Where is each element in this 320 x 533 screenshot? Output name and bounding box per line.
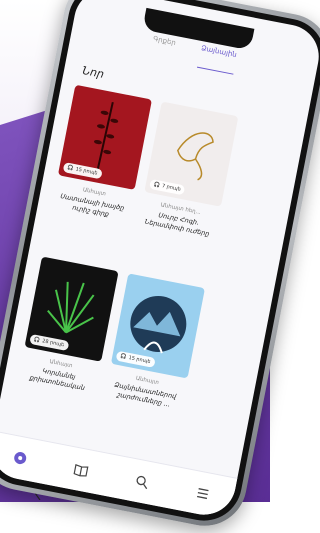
book-cover: 🎧 7 րոպե: [144, 101, 239, 207]
home-icon[interactable]: [12, 450, 28, 466]
section-title: Նոր: [81, 63, 106, 81]
tab-audio[interactable]: Ձայնային: [197, 44, 238, 75]
cover-art: [47, 281, 95, 334]
cover-art: [130, 295, 187, 354]
audiobook-card[interactable]: 🎧 28 րոպե Անհայտ Կորմանեյ քրիստոնեական: [18, 256, 119, 395]
audiobook-card[interactable]: 🎧 7 րոպե Անհայտ հեղ... Սուրբ Հոգի. Ներամ…: [138, 101, 239, 240]
audiobook-grid: 🎧 15 րոպե Անհայտ Սատանայի խայծը ուրիշ գի…: [24, 84, 320, 408]
headphones-icon: 🎧: [119, 353, 128, 361]
audiobook-card[interactable]: 🎧 15 րոպե Անհայտ Սատանայի խայծը ուրիշ գի…: [51, 84, 153, 223]
book-cover: 🎧 15 րոպե: [57, 84, 153, 190]
book-icon[interactable]: [73, 462, 89, 478]
search-icon[interactable]: [134, 474, 150, 490]
book-cover: 🎧 15 րոպե: [110, 273, 206, 379]
menu-icon[interactable]: [195, 485, 211, 501]
headphones-icon: 🎧: [33, 336, 41, 344]
book-cover: 🎧 28 րոպե: [24, 256, 119, 362]
audiobook-card[interactable]: 🎧 15 րոպե Անհայտ Ձայնիմաստներով շարժումն…: [104, 273, 206, 411]
tab-books[interactable]: Գրքեր: [149, 35, 176, 63]
headphones-icon: 🎧: [153, 181, 161, 189]
headphones-icon: 🎧: [66, 164, 75, 172]
cover-art: [93, 101, 119, 171]
cover-art: [176, 132, 214, 181]
